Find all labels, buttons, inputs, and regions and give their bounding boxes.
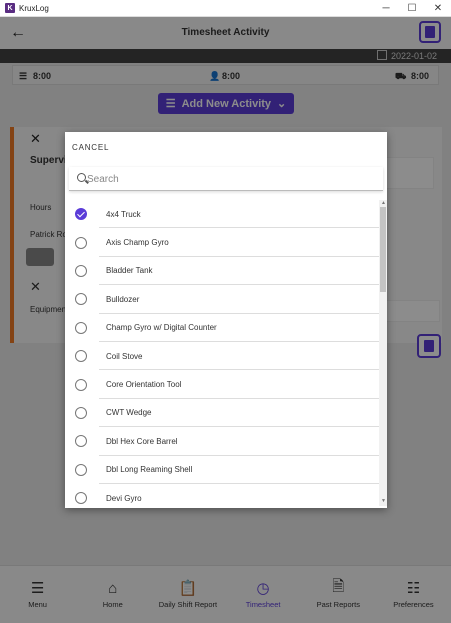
equipment-list: 4x4 Truck Axis Champ Gyro Bladder Tank Bull… <box>65 200 379 506</box>
radio-icon[interactable] <box>75 236 87 249</box>
radio-icon[interactable] <box>75 492 87 505</box>
equipment-picker-dialog: CANCEL 4x4 Truck Axis Champ Gyro Bladder T… <box>65 132 387 508</box>
list-item-label: Core Orientation Tool <box>106 380 182 390</box>
maximize-button[interactable]: ☐ <box>399 0 425 17</box>
radio-icon[interactable] <box>75 435 87 448</box>
radio-icon[interactable] <box>75 264 87 277</box>
window-controls: ─ ☐ ✕ <box>373 0 451 17</box>
scroll-up-icon[interactable]: ▲ <box>381 200 386 206</box>
window-title: KruxLog <box>19 3 49 13</box>
list-item[interactable]: CWT Wedge <box>65 399 379 428</box>
list-item[interactable]: Dbl Hex Core Barrel <box>65 427 379 456</box>
app-logo-icon: K <box>5 3 15 13</box>
cancel-button[interactable]: CANCEL <box>72 143 109 152</box>
list-item-label: Devi Gyro <box>106 493 142 503</box>
checked-radio-icon[interactable] <box>75 208 87 221</box>
list-item[interactable]: Bulldozer <box>65 285 379 314</box>
radio-icon[interactable] <box>75 378 87 391</box>
list-item-label: Coil Stove <box>106 351 143 361</box>
list-item-label: Bladder Tank <box>106 266 153 276</box>
list-item-label: Bulldozer <box>106 294 140 304</box>
list-item-label: Champ Gyro w/ Digital Counter <box>106 323 217 333</box>
list-item[interactable]: Axis Champ Gyro <box>65 228 379 258</box>
list-item-label: CWT Wedge <box>106 408 152 418</box>
list-item-label: 4x4 Truck <box>106 209 141 219</box>
radio-icon[interactable] <box>75 406 87 419</box>
list-item[interactable]: 4x4 Truck <box>65 200 379 229</box>
list-item[interactable]: Bladder Tank <box>65 257 379 286</box>
list-item[interactable]: Coil Stove <box>65 342 379 371</box>
minimize-button[interactable]: ─ <box>373 0 399 17</box>
list-item[interactable]: Devi Gyro <box>65 484 379 506</box>
list-item-label: Dbl Hex Core Barrel <box>106 436 178 446</box>
radio-icon[interactable] <box>75 463 87 476</box>
search-box <box>69 167 383 191</box>
radio-icon[interactable] <box>75 350 87 363</box>
scroll-down-icon[interactable]: ▼ <box>381 498 386 504</box>
close-window-button[interactable]: ✕ <box>425 0 451 17</box>
list-item[interactable]: Dbl Long Reaming Shell <box>65 456 379 485</box>
radio-icon[interactable] <box>75 293 87 306</box>
list-item-label: Dbl Long Reaming Shell <box>106 465 193 475</box>
list-item[interactable]: Champ Gyro w/ Digital Counter <box>65 314 379 343</box>
scrollbar-thumb[interactable] <box>380 207 386 292</box>
radio-icon[interactable] <box>75 321 87 334</box>
search-input[interactable] <box>87 171 367 187</box>
list-item[interactable]: Core Orientation Tool <box>65 370 379 400</box>
search-icon <box>77 173 86 182</box>
window-titlebar: K KruxLog ─ ☐ ✕ <box>0 0 451 17</box>
list-item-label: Axis Champ Gyro <box>106 238 169 248</box>
